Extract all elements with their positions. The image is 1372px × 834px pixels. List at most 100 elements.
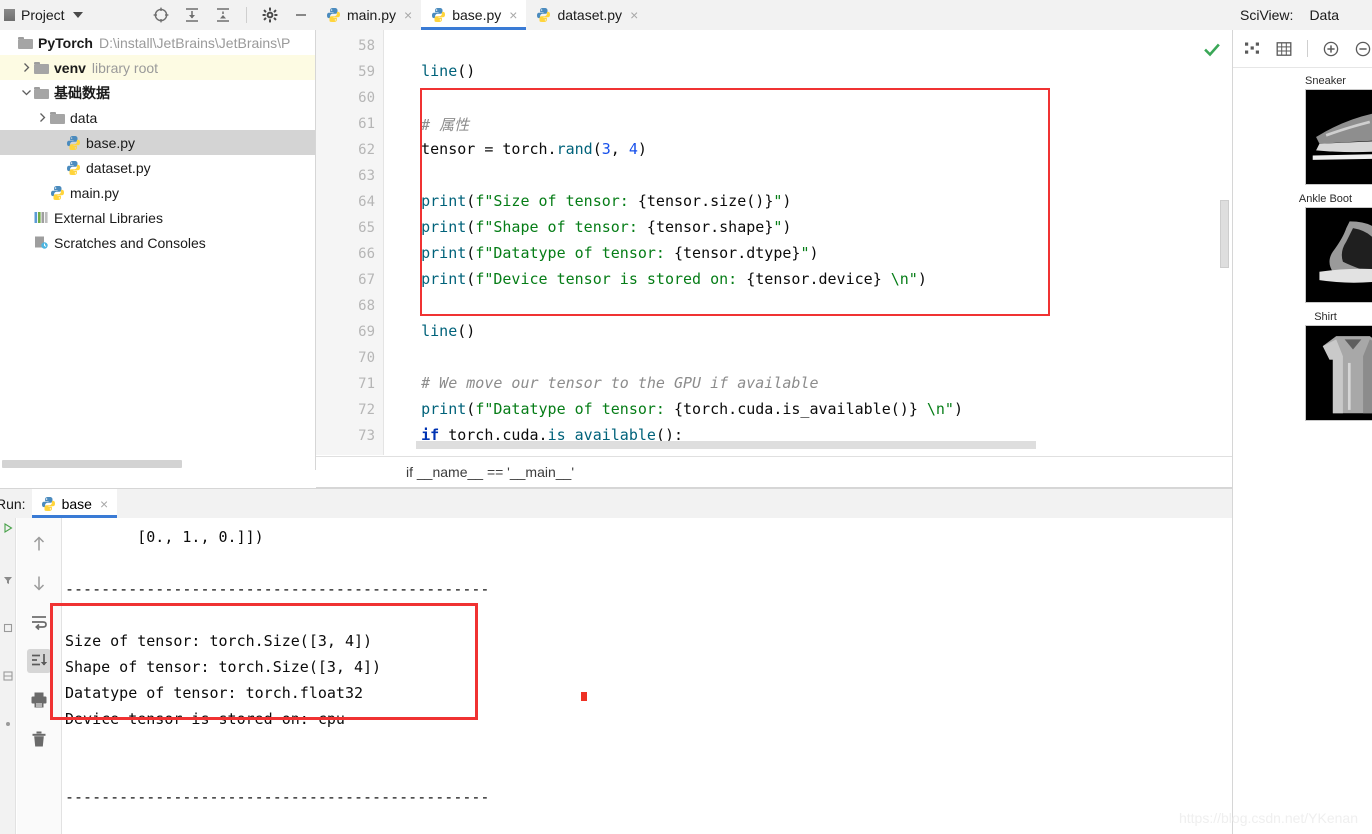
code-line[interactable]: line(): [385, 322, 475, 340]
tree-item-pytorch[interactable]: PyTorchD:\install\JetBrains\JetBrains\P: [0, 30, 315, 55]
scroll-to-end-icon[interactable]: [27, 649, 51, 673]
soft-wrap-icon[interactable]: [27, 610, 51, 634]
watermark: https://blog.csdn.net/YKenan: [1179, 810, 1358, 826]
sciview-thumbnail-caption: Shirt: [1279, 310, 1372, 325]
project-panel-header: Project: [0, 0, 316, 30]
tree-indent-spacer: [52, 136, 65, 149]
line-number: 70: [358, 350, 375, 366]
tree-item-dataset-py[interactable]: dataset.py: [0, 155, 315, 180]
breadcrumb[interactable]: if __name__ == '__main__': [316, 456, 1232, 488]
console-line: [0., 1., 0.]]): [65, 528, 264, 546]
editor-tab-main-py[interactable]: main.py×: [316, 0, 421, 30]
sciview-thumbnail[interactable]: Ankle Boot: [1233, 192, 1372, 303]
tree-item-label: 基础数据: [54, 83, 110, 103]
tree-indent-spacer: [52, 161, 65, 174]
close-icon[interactable]: ×: [100, 497, 108, 511]
chevron-right-icon[interactable]: [20, 61, 33, 74]
project-tree-hscrollbar[interactable]: [0, 458, 316, 470]
project-panel-title[interactable]: Project: [21, 7, 65, 23]
code-line[interactable]: print(f"Datatype of tensor: {torch.cuda.…: [385, 400, 963, 418]
tree-item-label: External Libraries: [54, 210, 163, 226]
run-pin-icon[interactable]: [2, 718, 14, 730]
hide-panel-icon[interactable]: [292, 6, 310, 24]
breadcrumb-label: if __name__ == '__main__': [406, 464, 574, 480]
run-filter-icon[interactable]: [2, 574, 14, 586]
tree-item-label: base.py: [86, 135, 135, 151]
code-line[interactable]: line(): [385, 62, 475, 80]
line-number: 71: [358, 376, 375, 392]
editor-tab-bar: main.py×base.py×dataset.py×: [316, 0, 1232, 30]
tree-item-external-libraries[interactable]: External Libraries: [0, 205, 315, 230]
sciview-thumbnail-list[interactable]: Sneaker Ankle Boot Shirt: [1233, 68, 1372, 421]
scatter-plot-icon[interactable]: [1243, 40, 1261, 58]
external-libraries-icon: [34, 211, 49, 224]
run-panel-label: Run:: [0, 496, 32, 518]
settings-gear-icon[interactable]: [261, 6, 279, 24]
code-line[interactable]: # We move our tensor to the GPU if avail…: [385, 374, 818, 392]
sciview-header: SciView: Data: [1232, 0, 1372, 30]
tree-item-基础数据[interactable]: 基础数据: [0, 80, 315, 105]
tree-item-main-py[interactable]: main.py: [0, 180, 315, 205]
line-number: 65: [358, 220, 375, 236]
run-play-icon[interactable]: [2, 522, 14, 534]
zoom-out-icon[interactable]: [1354, 40, 1372, 58]
sciview-tab-data[interactable]: Data: [1309, 7, 1339, 23]
chevron-right-icon[interactable]: [36, 111, 49, 124]
editor-tab-base-py[interactable]: base.py ×: [421, 0, 526, 30]
console-line: ----------------------------------------…: [65, 580, 489, 598]
tree-item-data[interactable]: data: [0, 105, 315, 130]
tree-indent-spacer: [20, 236, 33, 249]
run-side-strip: [0, 518, 16, 834]
close-icon[interactable]: ×: [630, 8, 638, 22]
run-tab-label: base: [62, 496, 92, 512]
line-number: 68: [358, 298, 375, 314]
editor-tab-label: base.py: [452, 7, 501, 23]
sciview-thumbnail-image[interactable]: [1305, 207, 1372, 303]
python-file-icon: [66, 160, 81, 176]
editor-horizontal-scrollbar[interactable]: [416, 441, 1036, 449]
scratches-icon: [34, 236, 49, 249]
python-file-icon: [326, 7, 341, 23]
sciview-thumbnail-image[interactable]: [1305, 89, 1372, 185]
green-check-icon[interactable]: [1204, 42, 1220, 58]
scroll-down-icon[interactable]: [27, 571, 51, 595]
print-icon[interactable]: [27, 688, 51, 712]
expand-all-icon[interactable]: [183, 6, 201, 24]
sciview-panel[interactable]: Sneaker Ankle Boot Shirt: [1232, 30, 1372, 834]
chevron-down-icon[interactable]: [20, 86, 33, 99]
locate-target-icon[interactable]: [152, 6, 170, 24]
chevron-down-icon[interactable]: [73, 12, 83, 18]
red-marker-dot: [581, 692, 587, 701]
toolbar-divider: [1307, 40, 1308, 57]
zoom-in-icon[interactable]: [1322, 40, 1340, 58]
editor-tab-dataset-py[interactable]: dataset.py×: [526, 0, 647, 30]
line-number: 69: [358, 324, 375, 340]
top-bar: Project main.py: [0, 0, 1372, 30]
tree-item-sublabel: D:\install\JetBrains\JetBrains\P: [99, 35, 290, 51]
collapse-all-icon[interactable]: [214, 6, 232, 24]
sciview-thumbnail-caption: Sneaker: [1279, 74, 1372, 89]
editor-gutter: 58596061626364656667686970717273: [316, 30, 384, 455]
run-tab-bar: Run: base ×: [0, 488, 1232, 518]
tree-item-base-py[interactable]: base.py: [0, 130, 315, 155]
folder-icon: [18, 37, 33, 49]
editor-vertical-scrollbar[interactable]: [1220, 200, 1229, 268]
run-stop-icon[interactable]: [2, 622, 14, 634]
sciview-thumbnail-image[interactable]: [1305, 325, 1372, 421]
python-file-icon: [66, 135, 81, 151]
scroll-up-icon[interactable]: [27, 532, 51, 556]
run-tab-base[interactable]: base ×: [32, 489, 118, 518]
tree-item-venv[interactable]: venvlibrary root: [0, 55, 315, 80]
tree-item-scratches-and-consoles[interactable]: Scratches and Consoles: [0, 230, 315, 255]
project-tree[interactable]: PyTorchD:\install\JetBrains\JetBrains\Pv…: [0, 30, 316, 470]
close-icon[interactable]: ×: [404, 8, 412, 22]
code-editor[interactable]: 58596061626364656667686970717273 line() …: [316, 30, 1232, 455]
run-settings-icon[interactable]: [2, 670, 14, 682]
sciview-thumbnail[interactable]: Shirt: [1233, 310, 1372, 421]
line-number: 60: [358, 90, 375, 106]
trash-icon[interactable]: [27, 727, 51, 751]
pycharm-window: Project main.py: [0, 0, 1372, 834]
sciview-thumbnail[interactable]: Sneaker: [1233, 74, 1372, 185]
close-icon[interactable]: ×: [509, 8, 517, 22]
table-grid-icon[interactable]: [1275, 40, 1293, 58]
